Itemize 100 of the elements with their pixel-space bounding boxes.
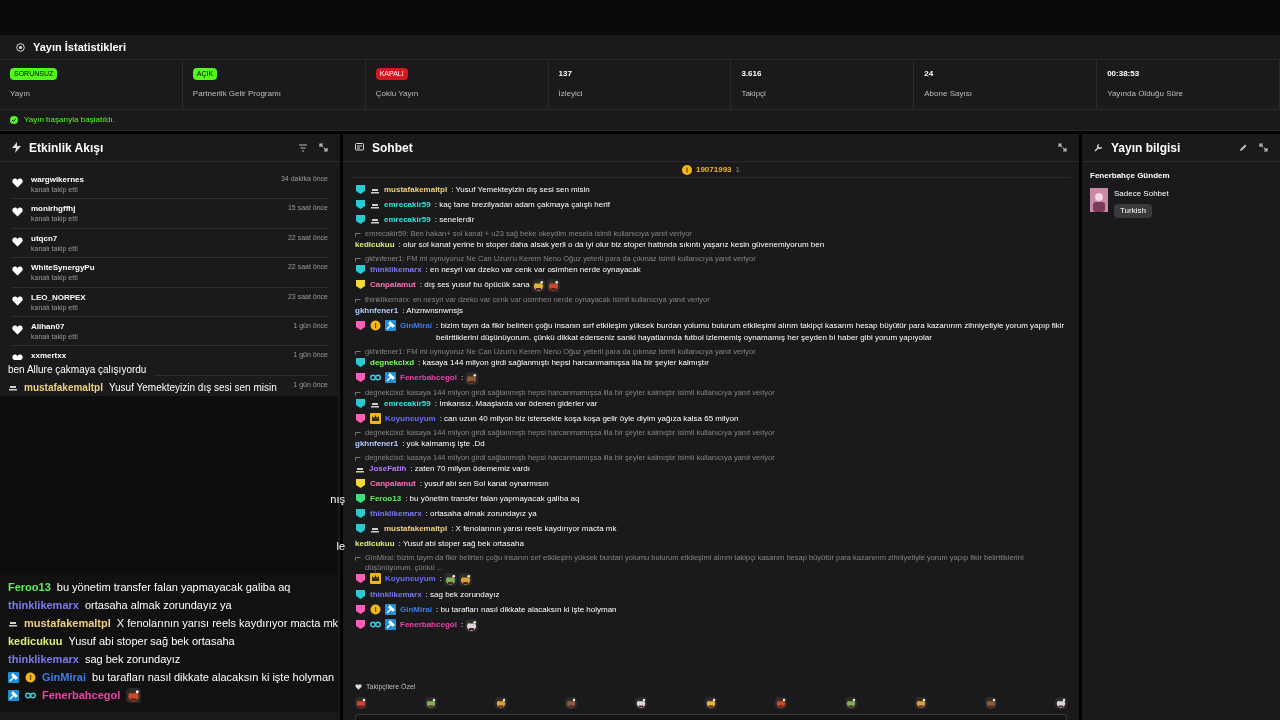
overlay-message: ben Allure çakmaya çalışıyordu [8,362,147,377]
chat-username[interactable]: mustafakemaltpl [384,183,448,196]
heart-icon [12,178,23,188]
chat-username[interactable]: Fenerbahcegol [400,371,457,384]
message-text: : bizim taym da fikir belirten çoğu insanın sırf etkileşim yüksek burdan yolumu bulurum etkileşimi alırım takipçi kasarım hesap büyütür para kazanırım zihniyetiyle yorum yapıp fikir belirttiklerini düşünüyorum. çünkü dikkat ederseniz sanki hayatlarında futbol izlememiş oynamamış her şeyden bi haber gibi yorum yapıyolar [436,319,1066,344]
stat-label: Yayın [10,88,31,100]
overlay-username: mustafakemaltpl [24,615,111,631]
stream-title: Fenerbahçe Gündem [1090,170,1171,182]
chat-username[interactable]: Koyuncuyum [385,412,436,425]
crown-icon [370,413,381,424]
message-text: : Yusuf Yemekteyizin dış sesi sen misin [451,183,590,196]
message-text: : senelerdir [434,213,475,226]
chat-input-field[interactable] [355,714,1067,720]
panel-title: Yayın İstatistikleri [33,39,126,55]
stat-label: Takipçi [741,88,767,100]
panel-title: Sohbet [372,139,413,157]
heart-icon [12,324,23,335]
stat-label: Partnerlik Gelir Programı [192,88,282,100]
follower-name: xxmertxx [31,350,68,362]
heart-icon [12,236,23,247]
overlay-message: bu tarafları nasıl dikkate alacaksın ki işte holyman [92,669,335,685]
chat-username[interactable]: emrecakir59 [384,213,431,226]
overlay-username: thinklikemarx [8,597,79,613]
hammer-icon [8,671,19,683]
chat-username[interactable]: Koyuncuyum [385,572,436,585]
lightning-icon [12,142,21,153]
chat-username[interactable]: degnekcixd [370,356,414,369]
chat-username[interactable]: emrecakir59 [384,198,431,211]
expand-icon[interactable] [1058,143,1067,152]
expand-icon[interactable] [319,143,328,152]
message-text: : kasaya 144 milyon girdi sağlanmıştı hepsi harcanmamışsa illa bir şeyler kalmıştır [418,356,709,369]
coin-icon [370,604,381,615]
chat-username[interactable]: thinklikemarx [370,588,422,601]
chat-username[interactable]: GinMirai [400,603,432,616]
message-text: : zaten 70 milyon ödememiz vardı [410,462,530,475]
overlay-username: kedicukuu [8,633,63,649]
message-text: : en nesyri var dzeko var cenk var osimhen nerde oynayacak [425,263,641,276]
message-text: : Yusuf abi stoper sağ bek ortasaha [398,537,524,550]
overlay-message: X fenolarının yarısı reels kaydırıyor macta mk [116,615,339,631]
hammer-icon [385,372,396,383]
gift-count: 1 [735,163,740,176]
tag[interactable]: Turkish [1114,204,1152,218]
category-name[interactable]: Sadece Sohbet [1114,188,1169,200]
stat-value: 24 [924,68,935,80]
chat-username[interactable]: gkhnfener1 [355,304,399,317]
overlay-message: Yusuf abi stoper sağ bek ortasaha [68,633,235,649]
panel-title: Yayın bilgisi [1111,139,1181,157]
stat-label: İzleyici [558,88,584,100]
expand-icon[interactable] [1259,143,1268,152]
stat-value: 3.616 [741,68,763,80]
message-text: : [460,619,464,631]
overlay-username: thinklikemarx [8,651,79,667]
hammer-icon [8,689,19,701]
wrench-icon [1094,143,1103,152]
overlay-message: ortasaha almak zorundayız ya [84,597,232,613]
chat-username[interactable]: Canpalamut [370,477,416,490]
chat-username[interactable]: thinklikemarx [370,263,422,276]
coin-icon [681,164,692,175]
overlay-username: GinMirai [42,669,86,685]
hammer-icon [385,604,396,615]
message-text: : sag bek zorundayız [425,588,500,601]
follower-name: Alihan07 [31,320,66,332]
overlay-message: bu yönetim transfer falan yapmayacak galiba aq [56,579,291,595]
message-text: : bu tarafları nasıl dikkate alacaksın ki işte holyman [436,603,617,616]
stat-label: Abone Sayısı [924,88,973,100]
double-ring-icon [370,619,381,630]
follower-name: utqcn7 [31,232,59,244]
status-message: Yayın başarıyla başlatıldı. [24,114,115,126]
message-text: : can uzun 40 milyon biz istersekte koşa koşa gelir öyle diyim yağıza kalsa 65 milyon [439,412,739,425]
chat-username[interactable]: Fenerbahcegol [400,618,457,631]
heart-icon [12,266,23,277]
message-text: : kaç tane brezilyadan adam çakmaya çalıştı herif [434,198,610,211]
follower-name: WhiteSynergyPu [31,262,96,274]
filter-icon[interactable] [299,143,307,152]
chat-username[interactable]: Canpalamut [370,278,416,291]
chat-username[interactable]: mustafakemaltpl [384,522,448,535]
message-text: : [439,573,442,585]
overlay-username: mustafakemaltpl [24,380,103,395]
chat-username[interactable]: GinMirai [400,319,432,332]
chat-username[interactable]: thinklikemarx [370,507,422,520]
crown-icon [370,573,381,584]
check-circle-icon [10,116,18,124]
overlay-message: sag bek zorundayız [84,651,181,667]
heart-icon [12,207,23,218]
chat-username[interactable]: gkhnfener1 [355,437,399,450]
edit-icon[interactable] [1239,143,1247,152]
message-text: : Ahznwnsnwnsjs [402,304,464,317]
chat-username[interactable]: Feroo13 [370,492,402,505]
coin-icon [370,320,381,331]
chat-username[interactable]: JoseFatih [369,462,407,475]
message-text: : yok kalmamış işte .Dd [402,437,485,450]
message-text: : dış ses yusuf bu öpücük sana [419,279,530,291]
chat-username[interactable]: kedicukuu [355,537,395,550]
text-fragment: le [336,539,345,554]
chat-username[interactable]: kedicukuu [355,238,395,251]
overlay-username: Feroo13 [8,579,51,595]
hammer-icon [385,320,396,331]
coin-icon [25,671,36,683]
chat-username[interactable]: emrecakir59 [384,397,431,410]
message-text: : X fenolarının yarısı reels kaydırıyor macta mk [451,522,617,535]
